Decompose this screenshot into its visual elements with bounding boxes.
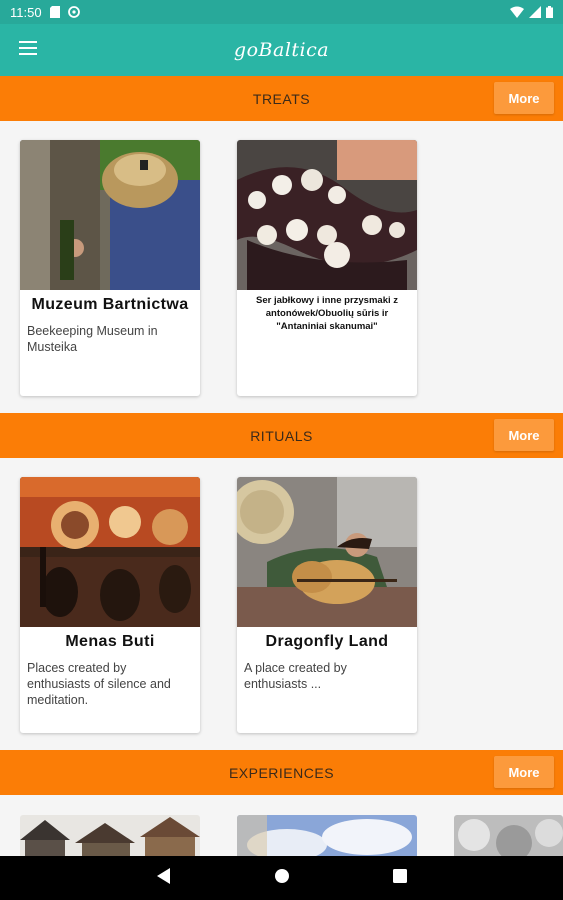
status-time: 11:50 (10, 4, 42, 20)
recents-icon (392, 868, 407, 888)
card-muzeum-bartnictwa[interactable]: Muzeum Bartnictwa Beekeeping Museum in M… (20, 140, 200, 396)
wifi-icon (510, 6, 524, 18)
card-menas-buti[interactable]: Menas Buti Places created by enthusiasts… (20, 477, 200, 733)
signal-icon (529, 6, 541, 18)
sync-icon (67, 6, 80, 18)
more-button[interactable]: More (494, 82, 554, 114)
app-title: goBaltica (233, 39, 330, 61)
more-button[interactable]: More (494, 419, 554, 451)
menu-icon (19, 40, 37, 60)
back-button[interactable] (149, 863, 179, 893)
section-header-rituals: RITUALS More (0, 413, 563, 458)
menu-button[interactable] (0, 24, 56, 76)
recents-button[interactable] (385, 863, 415, 893)
section-title: TREATS (252, 90, 311, 107)
system-navigation-bar (0, 856, 563, 900)
section-title: RITUALS (250, 427, 313, 444)
battery-icon (546, 6, 553, 18)
experience-thumbnail[interactable] (20, 815, 200, 860)
section-header-treats: TREATS More (0, 76, 563, 121)
more-button[interactable]: More (494, 756, 554, 788)
card-description: A place created by enthusiasts ... (244, 661, 347, 691)
back-icon (156, 867, 171, 889)
card-image (20, 477, 200, 627)
card-title: Dragonfly Land (265, 633, 389, 650)
sd-card-icon (49, 6, 60, 18)
card-image (237, 477, 417, 627)
experience-thumbnail[interactable] (454, 815, 563, 860)
card-image (237, 140, 417, 290)
home-button[interactable] (267, 863, 297, 893)
card-title: Menas Buti (65, 633, 155, 650)
card-title: Ser jabłkowy i inne przysmaki z antonówe… (255, 295, 399, 332)
home-icon (274, 868, 290, 889)
card-description: Places created by enthusiasts of silence… (27, 661, 171, 707)
app-bar: goBaltica (0, 24, 563, 76)
section-header-experiences: EXPERIENCES More (0, 750, 563, 795)
card-ser-jablkowy[interactable]: Ser jabłkowy i inne przysmaki z antonówe… (237, 140, 417, 396)
status-bar: 11:50 (0, 0, 563, 24)
card-title: Muzeum Bartnictwa (31, 296, 189, 313)
experience-thumbnail[interactable] (237, 815, 417, 860)
card-dragonfly-land[interactable]: Dragonfly Land A place created by enthus… (237, 477, 417, 733)
section-title: EXPERIENCES (228, 764, 335, 781)
card-description: Beekeeping Museum in Musteika (27, 324, 158, 354)
card-image (20, 140, 200, 290)
